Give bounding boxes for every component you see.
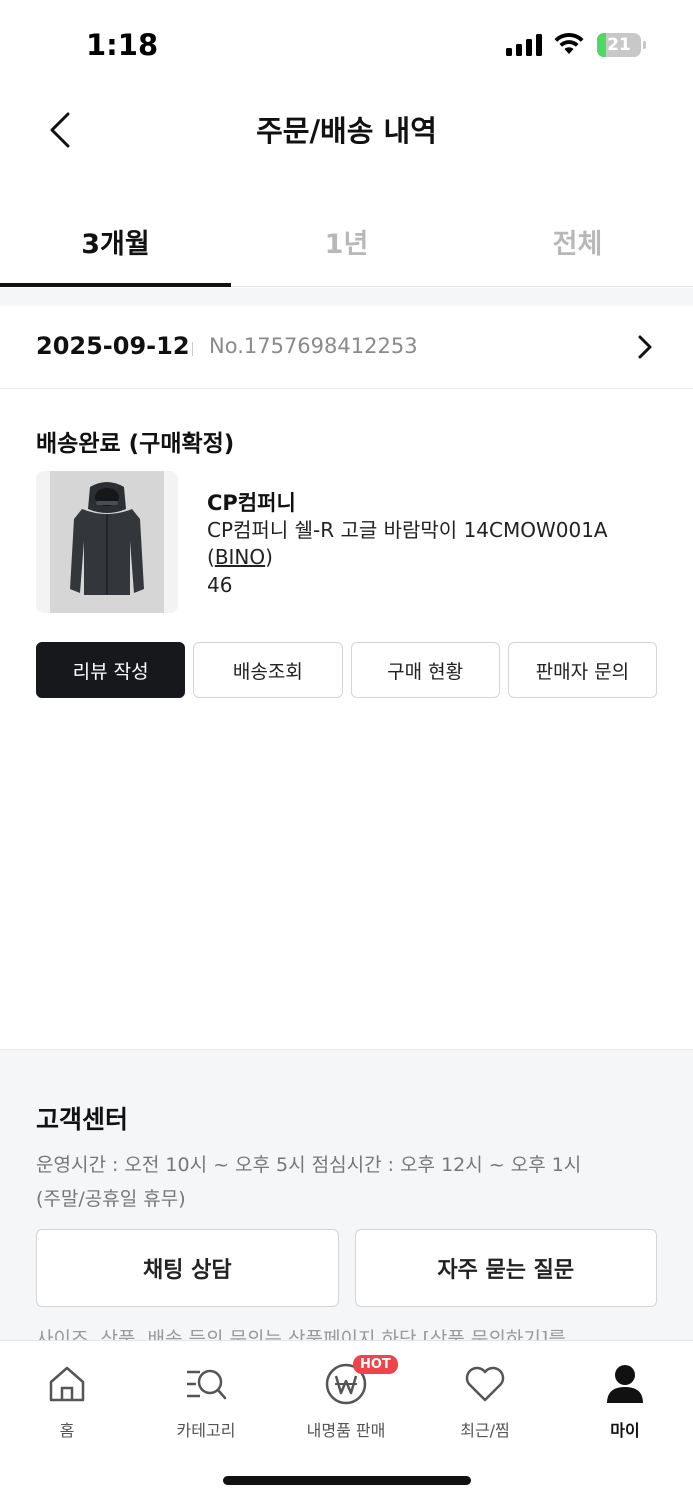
period-tabs: 3개월 1년 전체 (0, 196, 693, 287)
write-review-button[interactable]: 리뷰 작성 (36, 642, 186, 698)
nav-recent-wishlist[interactable]: 최근/찜 (416, 1361, 554, 1441)
nav-label-home: 홈 (59, 1421, 75, 1440)
customer-center-buttons: 채팅 상담 자주 묻는 질문 (36, 1229, 657, 1307)
nav-category[interactable]: 카테고리 (137, 1361, 275, 1441)
chat-consult-button[interactable]: 채팅 상담 (36, 1229, 339, 1307)
person-icon (556, 1361, 693, 1407)
hot-badge: HOT (353, 1355, 398, 1374)
seller-inquiry-button[interactable]: 판매자 문의 (507, 642, 657, 698)
seller-open-paren: ( (207, 545, 215, 569)
top-header: 주문/배송 내역 (0, 92, 693, 168)
product-size: 46 (207, 573, 233, 597)
brand-name: CP컴퍼니 (207, 491, 296, 515)
product-image[interactable] (36, 471, 178, 613)
heart-icon (416, 1361, 554, 1407)
nav-sell[interactable]: HOT 내명품 판매 (277, 1355, 415, 1441)
delivery-status: 배송완료 (구매확정) (36, 431, 235, 457)
divider (192, 342, 193, 356)
customer-center: 고객센터 운영시간 : 오전 10시 ~ 오후 5시 점심시간 : 오후 12시… (0, 1049, 693, 1350)
faq-button[interactable]: 자주 묻는 질문 (354, 1229, 657, 1307)
nav-label-category: 카테고리 (176, 1421, 236, 1440)
customer-center-title: 고객센터 (36, 1105, 129, 1134)
nav-label-recent: 최근/찜 (460, 1421, 510, 1440)
tab-3-months[interactable]: 3개월 (0, 196, 231, 287)
order-actions: 리뷰 작성 배송조회 구매 현황 판매자 문의 (36, 642, 657, 698)
product-title: CP컴퍼니 쉘-R 고글 바람막이 14CMOW001A (207, 518, 608, 542)
seller-close-paren: ) (265, 545, 273, 569)
cellular-signal-icon (506, 34, 542, 56)
page-title: 주문/배송 내역 (256, 114, 437, 148)
category-search-icon (137, 1361, 275, 1407)
status-time: 1:18 (86, 28, 159, 62)
home-icon (0, 1361, 136, 1407)
operating-hours: 운영시간 : 오전 10시 ~ 오후 5시 점심시간 : 오후 12시 ~ 오후… (36, 1154, 582, 1176)
tab-1-year[interactable]: 1년 (231, 196, 462, 286)
wifi-icon (554, 32, 584, 54)
chevron-right-icon[interactable] (630, 332, 660, 362)
section-divider (0, 288, 693, 306)
home-indicator (223, 1476, 471, 1485)
nav-home[interactable]: 홈 (0, 1361, 136, 1441)
battery-level: 21 (607, 35, 631, 55)
order-number: No.1757698412253 (209, 334, 418, 358)
purchase-status-button[interactable]: 구매 현황 (350, 642, 500, 698)
seller-link[interactable]: BINO (215, 545, 265, 569)
battery-icon: 21 (597, 33, 647, 57)
product-name[interactable]: CP컴퍼니 쉘-R 고글 바람막이 14CMOW001A (BINO) (207, 517, 647, 571)
tab-all[interactable]: 전체 (462, 196, 693, 286)
order-header[interactable]: 2025-09-12 No.1757698412253 (0, 306, 693, 389)
order-date: 2025-09-12 (36, 332, 190, 360)
track-delivery-button[interactable]: 배송조회 (193, 642, 343, 698)
nav-my[interactable]: 마이 (556, 1361, 693, 1441)
status-bar: 1:18 21 (0, 0, 693, 92)
nav-label-sell: 내명품 판매 (306, 1421, 386, 1440)
holiday-notice: (주말/공휴일 휴무) (36, 1188, 186, 1210)
nav-label-my: 마이 (610, 1421, 640, 1440)
won-coin-icon: HOT (277, 1355, 415, 1407)
